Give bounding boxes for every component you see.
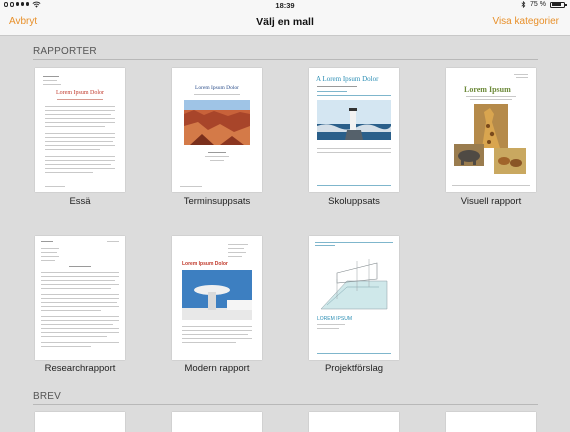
preview-title: Lorem Ipsum [464,85,511,94]
template-school-essay[interactable]: A Lorem Ipsum Dolor [309,68,399,192]
template-visual-report[interactable]: Lorem Ipsum [446,68,536,192]
elephant-image [454,144,484,166]
template-letter[interactable] [172,412,262,432]
template-label-research-report: Researchrapport [44,363,116,374]
template-letter[interactable] [35,412,125,432]
page-title: Välj en mall [256,16,314,28]
template-label-modern-report: Modern rapport [184,363,250,374]
template-modern-report[interactable]: Lorem Ipsum Dolor [172,236,262,360]
section-divider [33,404,538,405]
show-categories-button[interactable]: Visa kategorier [492,16,559,27]
bluetooth-icon [521,1,526,8]
template-label-project-proposal: Projektförslag [324,363,384,374]
clock: 18:39 [275,1,295,10]
template-label-school-essay: Skoluppsats [328,196,380,207]
status-bar: 18:39 75 % [0,0,570,11]
battery-icon [550,1,567,8]
template-label-essay: Essä [69,196,91,207]
antelope-image [494,148,526,174]
preview-title: Lorem Ipsum Dolor [182,261,228,267]
preview-title: Lorem Ipsum Dolor [195,85,239,91]
architecture-image [182,270,252,320]
navigation-bar: Avbryt Välj en mall Visa kategorier [0,11,570,36]
preview-title: Lorem Ipsum Dolor [56,90,104,96]
battery-level [551,3,561,6]
section-header-reports: RAPPORTER [33,46,97,57]
section-header-letters: BREV [33,391,62,402]
template-letter[interactable] [446,412,536,432]
template-research-report[interactable] [35,236,125,360]
lighthouse-image [317,100,391,140]
blueprint-image [317,251,391,313]
template-label-visual-report: Visuell rapport [460,196,522,207]
template-essay[interactable]: Lorem Ipsum Dolor [35,68,125,192]
preview-title: A Lorem Ipsum Dolor [316,75,379,83]
section-divider [33,59,538,60]
template-label-term-paper: Terminsuppsats [183,196,251,207]
template-project-proposal[interactable]: LOREM IPSUM [309,236,399,360]
template-letter[interactable] [309,412,399,432]
giraffe-image [474,104,508,148]
battery-percent: 75 % [530,1,546,8]
preview-title: LOREM IPSUM [317,316,353,322]
canyon-image [184,100,250,145]
template-term-paper[interactable]: Lorem Ipsum Dolor [172,68,262,192]
